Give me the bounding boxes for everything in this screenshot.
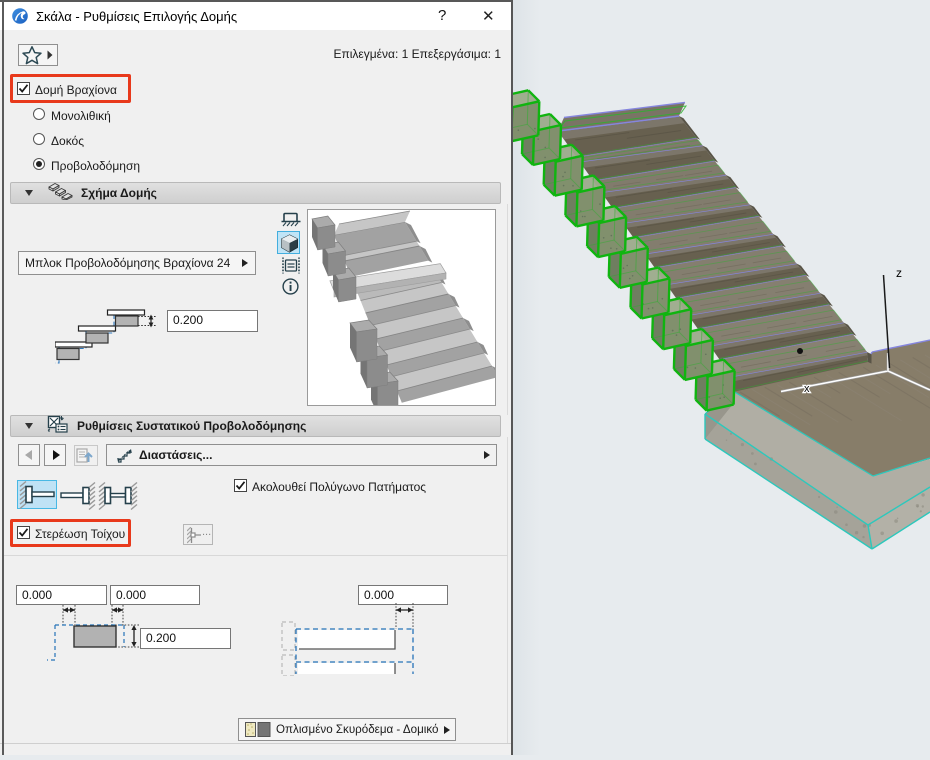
- svg-text:x: x: [804, 383, 810, 395]
- svg-text:z: z: [896, 266, 902, 280]
